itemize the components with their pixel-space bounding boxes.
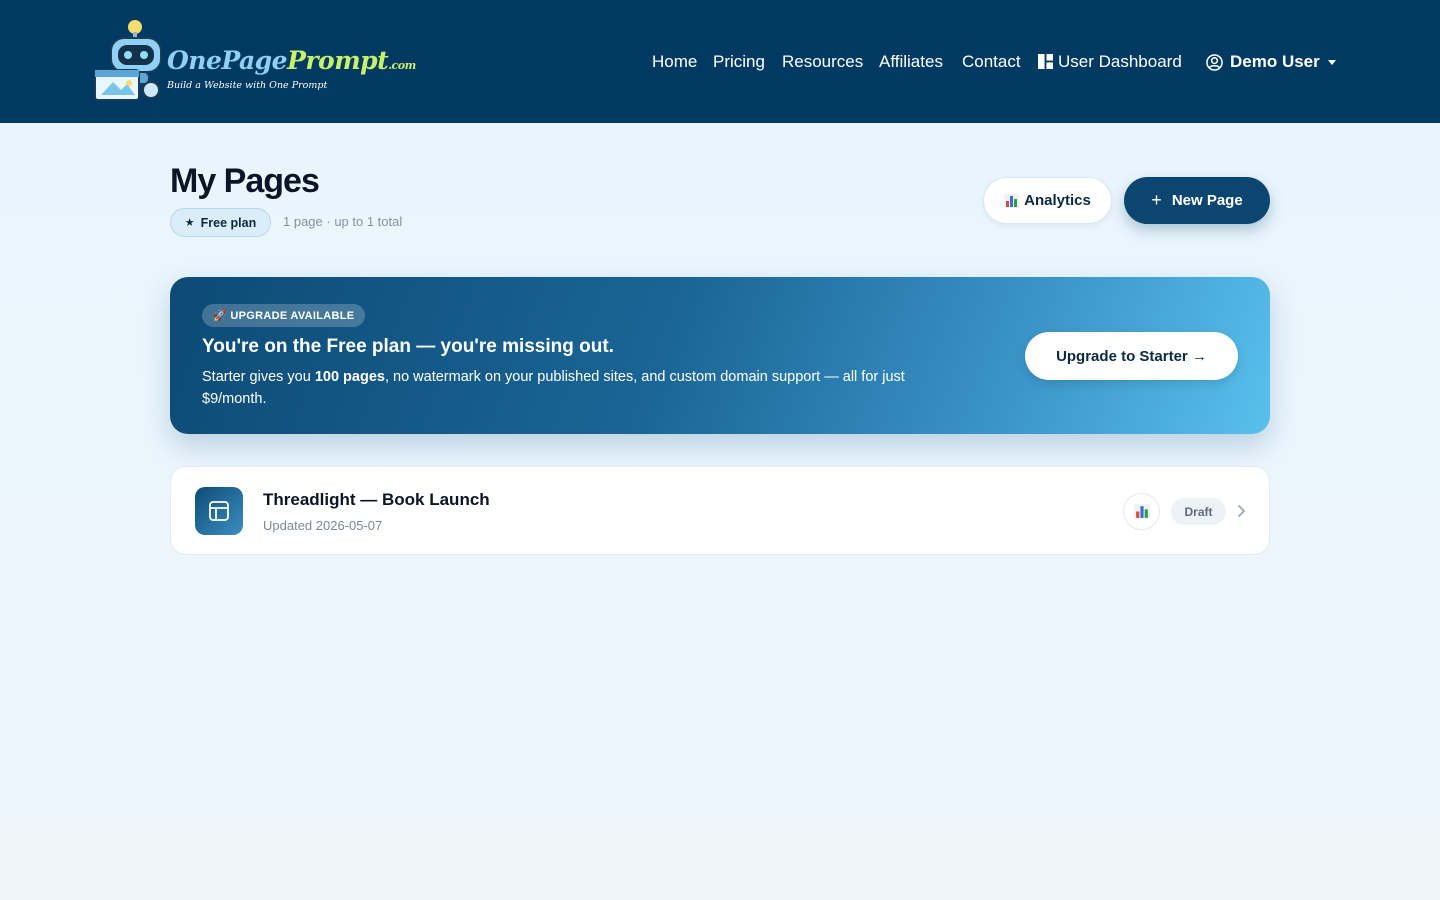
plan-badge: ★ Free plan xyxy=(170,208,271,237)
logo-wordmark: OnePagePrompt.com xyxy=(167,46,416,75)
robot-mascot-icon xyxy=(94,20,162,101)
user-name: Demo User xyxy=(1230,52,1320,71)
analytics-button-label: Analytics xyxy=(1024,192,1091,209)
nav-user-dashboard[interactable]: User Dashboard xyxy=(1038,50,1182,74)
new-page-button-label: New Page xyxy=(1171,192,1243,209)
page-title: My Pages xyxy=(170,162,320,200)
site-logo[interactable]: OnePagePrompt.com Build a Website with O… xyxy=(93,18,416,104)
nav-affiliates[interactable]: Affiliates xyxy=(879,50,943,74)
status-badge: Draft xyxy=(1171,498,1226,525)
upgrade-banner-title: You're on the Free plan — you're missing… xyxy=(202,336,614,357)
nav-contact[interactable]: Contact xyxy=(962,50,1021,74)
bar-chart-icon xyxy=(1004,193,1020,208)
page-layout-icon xyxy=(195,487,243,535)
dashboard-icon xyxy=(1038,54,1053,69)
bar-chart-icon xyxy=(1133,504,1150,519)
analytics-button[interactable]: Analytics xyxy=(983,177,1112,224)
caret-down-icon xyxy=(1327,59,1336,65)
page-name[interactable]: Threadlight — Book Launch xyxy=(263,490,490,510)
plan-usage-text: 1 page · up to 1 total xyxy=(283,214,403,229)
nav-resources[interactable]: Resources xyxy=(782,50,863,74)
nav-user-dashboard-label: User Dashboard xyxy=(1058,52,1182,71)
top-navbar: OnePagePrompt.com Build a Website with O… xyxy=(0,0,1440,123)
upgrade-available-badge: 🚀 UPGRADE AVAILABLE xyxy=(202,304,366,327)
upgrade-banner: 🚀 UPGRADE AVAILABLE You're on the Free p… xyxy=(170,277,1270,434)
list-item[interactable]: Threadlight — Book Launch Updated 2026-0… xyxy=(170,466,1270,555)
upgrade-banner-description: Starter gives you 100 pages, no watermar… xyxy=(202,369,905,407)
page-analytics-button[interactable] xyxy=(1123,493,1160,530)
plan-badge-label: Free plan xyxy=(200,215,257,230)
chevron-right-icon[interactable] xyxy=(1234,504,1248,518)
logo-tagline: Build a Website with One Prompt xyxy=(167,80,328,91)
new-page-button[interactable]: + New Page xyxy=(1124,177,1270,224)
nav-home[interactable]: Home xyxy=(652,50,697,74)
upgrade-to-starter-button[interactable]: Upgrade to Starter → xyxy=(1025,332,1238,380)
user-circle-icon xyxy=(1206,53,1223,71)
nav-pricing[interactable]: Pricing xyxy=(713,50,765,74)
page-updated-date: Updated 2026-05-07 xyxy=(263,518,383,533)
star-icon: ★ xyxy=(184,217,195,229)
user-menu-toggle[interactable]: Demo User xyxy=(1206,50,1336,74)
plus-icon: + xyxy=(1151,190,1162,210)
